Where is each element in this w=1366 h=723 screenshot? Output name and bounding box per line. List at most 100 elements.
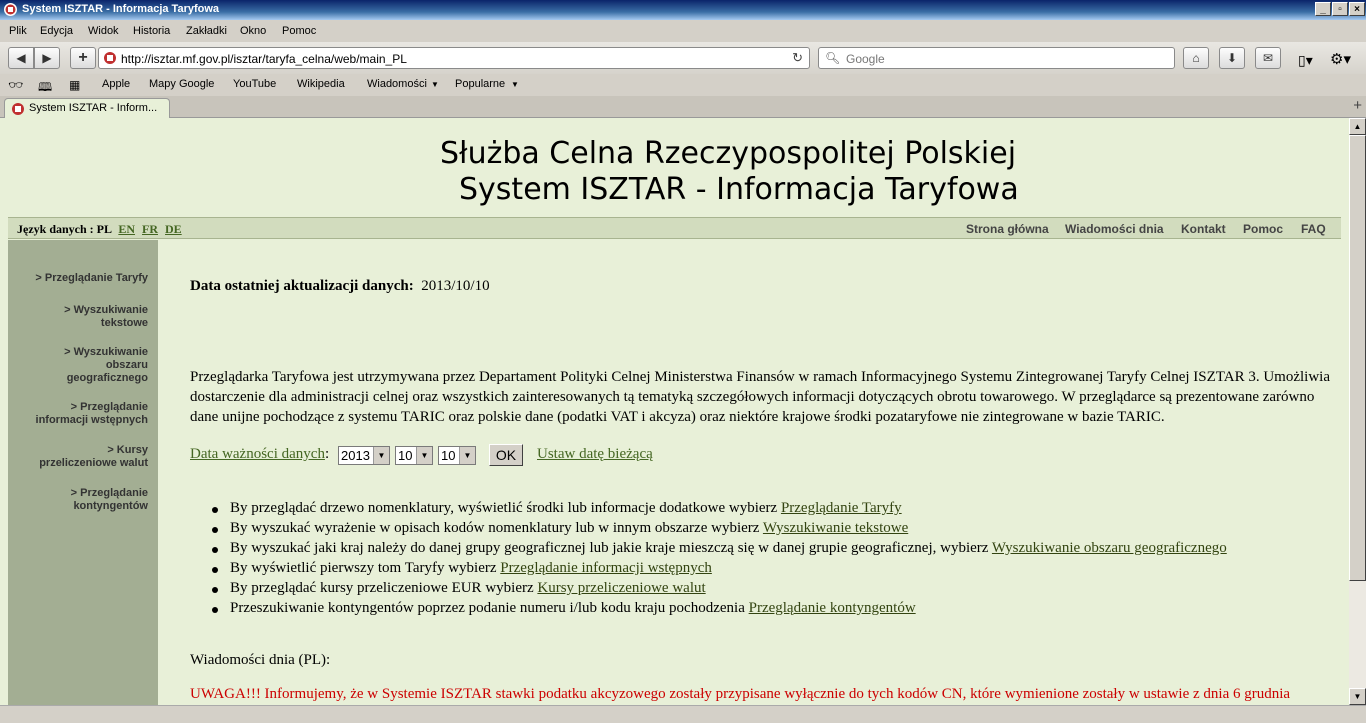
link-faq[interactable]: FAQ [1301,222,1326,236]
bookmarks-bar: 👓︎ 🕮 ▦ Apple Mapy Google YouTube Wikiped… [0,74,1366,96]
menu-zakladki[interactable]: Zakładki [186,25,227,37]
search-placeholder: Google [846,52,885,66]
chevron-down-icon[interactable]: ▼ [431,80,439,89]
link-wyszukiwanie-tekstowe[interactable]: Wyszukiwanie tekstowe [763,520,908,536]
list-item: By wyświetlić pierwszy tom Taryfy wybier… [230,560,712,577]
maximize-button[interactable]: ▫ [1332,2,1348,16]
list-item: By wyszukać jaki kraj należy do danej gr… [230,540,1227,557]
tab-active[interactable]: System ISZTAR - Inform... [4,98,170,118]
sidebar-item-label: kontyngentów [73,500,148,512]
sidebar-item-kontyngenty[interactable]: > Przeglądanie kontyngentów [13,487,148,513]
year-select[interactable]: 2013 ▼ [338,446,390,465]
add-bookmark-button[interactable]: + [70,47,96,69]
home-button[interactable]: ⌂ [1183,47,1209,69]
tab-bar: System ISZTAR - Inform... + [0,96,1366,118]
sidebar-nav: > Przeglądanie Taryfy > Wyszukiwanie tek… [8,240,158,705]
day-select[interactable]: 10 ▼ [438,446,476,465]
bookmark-mapy-google[interactable]: Mapy Google [149,78,214,90]
mail-button[interactable]: ✉ [1255,47,1281,69]
downloads-button[interactable]: ⬇ [1219,47,1245,69]
last-update-value: 2013/10/10 [421,278,490,294]
scroll-up-icon[interactable]: ▲ [1349,118,1366,135]
minimize-button[interactable]: _ [1315,2,1331,16]
sidebar-item-kursy-walut[interactable]: > Kursy przeliczeniowe walut [13,444,148,470]
bookmark-popularne[interactable]: Popularne [455,78,505,90]
bookmark-wiadomosci[interactable]: Wiadomości [367,78,427,90]
site-favicon [104,52,116,64]
status-bar [0,705,1366,723]
sidebar-item-label: > Wyszukiwanie [64,346,148,358]
validity-date-link[interactable]: Data ważności danych [190,446,325,462]
menu-edycja[interactable]: Edycja [40,25,73,37]
list-item: By przeglądać drzewo nomenklatury, wyświ… [230,500,902,517]
lang-fr-link[interactable]: FR [142,222,158,236]
header-line2: System ISZTAR - Informacja Taryfowa [459,172,1019,207]
ok-button[interactable]: OK [489,444,523,466]
search-input[interactable]: 🔍︎ Google [818,47,1175,69]
scroll-down-icon[interactable]: ▼ [1349,688,1366,705]
month-select[interactable]: 10 ▼ [395,446,433,465]
bullet-dot [212,587,218,593]
language-label: Język danych : PL [17,222,112,236]
sidebar-item-wyszukiwanie-tekstowe[interactable]: > Wyszukiwanie tekstowe [13,304,148,330]
set-today-link-text[interactable]: Ustaw datę bieżącą [537,446,653,462]
grid-icon[interactable]: ▦ [69,78,80,92]
window-title: System ISZTAR - Informacja Taryfowa [22,3,220,15]
link-pomoc[interactable]: Pomoc [1243,222,1283,236]
sidebar-item-label: > Przeglądanie [70,487,148,499]
link-wyszukiwanie-obszaru[interactable]: Wyszukiwanie obszaru geograficznego [992,540,1227,556]
language-selector: Język danych : PL EN FR DE [17,222,182,237]
sidebar-item-label: > Przeglądanie [70,401,148,413]
url-text: http://isztar.mf.gov.pl/isztar/taryfa_ce… [121,52,407,66]
link-kursy-walut[interactable]: Kursy przeliczeniowe walut [537,580,705,596]
navigation-toolbar: ◀ ▶ + http://isztar.mf.gov.pl/isztar/tar… [0,42,1366,74]
validity-colon: : [324,446,330,462]
chevron-down-icon[interactable]: ▼ [511,80,519,89]
list-item-text: By wyszukać jaki kraj należy do danej gr… [230,540,989,556]
sidebar-item-label: obszaru [105,359,148,371]
settings-gear-icon[interactable]: ⚙▾ [1330,50,1351,68]
reading-glasses-icon[interactable]: 👓︎ [8,78,23,92]
sidebar-item-label: geograficznego [66,372,148,384]
list-item: Przeszukiwanie kontyngentów poprzez poda… [230,600,916,617]
back-button[interactable]: ◀ [8,47,34,69]
bullet-dot [212,567,218,573]
page-menu-icon[interactable]: ▯▾ [1298,52,1313,69]
sidebar-item-informacje-wstepne[interactable]: > Przeglądanie informacji wstępnych [13,401,148,427]
forward-button[interactable]: ▶ [34,47,60,69]
app-icon [4,3,17,16]
link-informacje-wstepne[interactable]: Przeglądanie informacji wstępnych [500,560,712,576]
menu-historia[interactable]: Historia [133,25,170,37]
lang-de-link[interactable]: DE [165,222,182,236]
new-tab-icon[interactable]: + [1353,97,1362,114]
sidebar-item-label: tekstowe [100,317,148,329]
menu-pomoc[interactable]: Pomoc [282,25,316,37]
sidebar-item-label: > Przeglądanie Taryfy [35,272,148,284]
language-bar: Język danych : PL EN FR DE Strona główna… [8,217,1341,239]
link-kontyngenty[interactable]: Przeglądanie kontyngentów [749,600,916,616]
menu-plik[interactable]: Plik [9,25,27,37]
link-strona-glowna[interactable]: Strona główna [966,222,1049,236]
bookmark-youtube[interactable]: YouTube [233,78,276,90]
reload-icon[interactable]: ↻ [792,50,803,66]
menu-okno[interactable]: Okno [240,25,266,37]
sidebar-item-wyszukiwanie-obszaru[interactable]: > Wyszukiwanie obszaru geograficznego [13,346,148,385]
scroll-thumb[interactable] [1349,135,1366,581]
close-button[interactable]: × [1349,2,1365,16]
vertical-scrollbar[interactable]: ▲ ▼ [1349,118,1366,705]
month-value: 10 [398,448,413,463]
url-bar[interactable]: http://isztar.mf.gov.pl/isztar/taryfa_ce… [98,47,810,69]
last-update: Data ostatniej aktualizacji danych: 2013… [190,278,490,295]
link-wiadomosci-dnia[interactable]: Wiadomości dnia [1065,222,1164,236]
list-item-text: By przeglądać drzewo nomenklatury, wyświ… [230,500,778,516]
menu-widok[interactable]: Widok [88,25,119,37]
bookmark-wikipedia[interactable]: Wikipedia [297,78,345,90]
bookmark-apple[interactable]: Apple [102,78,130,90]
sidebar-item-label: przeliczeniowe walut [39,457,148,469]
lang-en-link[interactable]: EN [118,222,135,236]
warning-text: UWAGA!!! Informujemy, że w Systemie ISZT… [190,686,1291,702]
sidebar-item-przegladanie-taryfy[interactable]: > Przeglądanie Taryfy [13,272,148,285]
header-line1: Służba Celna Rzeczypospolitej Polskiej [440,136,1017,171]
link-kontakt[interactable]: Kontakt [1181,222,1226,236]
link-przegladanie-taryfy[interactable]: Przeglądanie Taryfy [781,500,902,516]
